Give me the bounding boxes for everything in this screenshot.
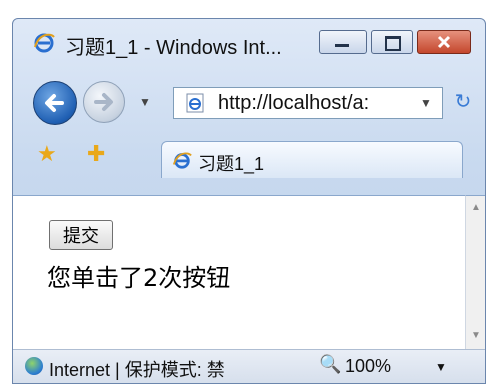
scroll-down-icon[interactable]: ▼ [471,330,481,341]
page-icon [186,93,204,113]
forward-arrow-icon [94,93,113,111]
zoom-dropdown-icon[interactable]: ▼ [435,360,447,374]
address-bar[interactable]: http://localhost/a: ▼ [173,87,443,119]
close-button[interactable] [417,30,471,54]
back-arrow-icon [45,94,64,112]
tab-active[interactable]: 习题1_1 [161,141,463,178]
address-text: http://localhost/a: [218,92,370,114]
security-zone-text[interactable]: Internet | 保护模式: 禁 [49,356,225,382]
submit-button[interactable]: 提交 [49,220,113,250]
status-bar: Internet | 保护模式: 禁 🔍 100% ▼ [13,349,485,383]
title-bar: 习题1_1 - Windows Int... [13,19,485,63]
tab-title: 习题1_1 [198,154,265,174]
minimize-icon [335,44,349,47]
vertical-scrollbar[interactable]: ▲ ▼ [465,195,485,349]
click-count-message: 您单击了2次按钮 [47,264,231,292]
minimize-button[interactable] [319,30,367,54]
window-title: 习题1_1 - Windows Int... [65,37,282,59]
forward-button[interactable] [83,81,125,123]
address-dropdown-icon[interactable]: ▼ [420,96,432,110]
globe-icon [25,357,43,375]
maximize-icon [385,36,401,51]
back-button[interactable] [33,81,77,125]
add-favorite-icon[interactable]: ✚ [87,141,105,167]
tab-ie-icon [172,152,192,169]
scroll-up-icon[interactable]: ▲ [471,202,481,213]
favorites-star-icon[interactable]: ★ [37,141,57,167]
zoom-level[interactable]: 100% [345,356,391,377]
refresh-icon[interactable]: ↻ [449,89,477,117]
page-content: 提交 您单击了2次按钮 [13,195,465,349]
maximize-button[interactable] [371,30,413,54]
browser-window: 习题1_1 - Windows Int... ▼ http://localhos… [12,18,486,384]
close-icon [437,35,451,49]
ie-logo-icon [34,33,55,53]
zoom-icon: 🔍 [319,354,342,374]
history-dropdown-icon[interactable]: ▼ [139,95,151,109]
